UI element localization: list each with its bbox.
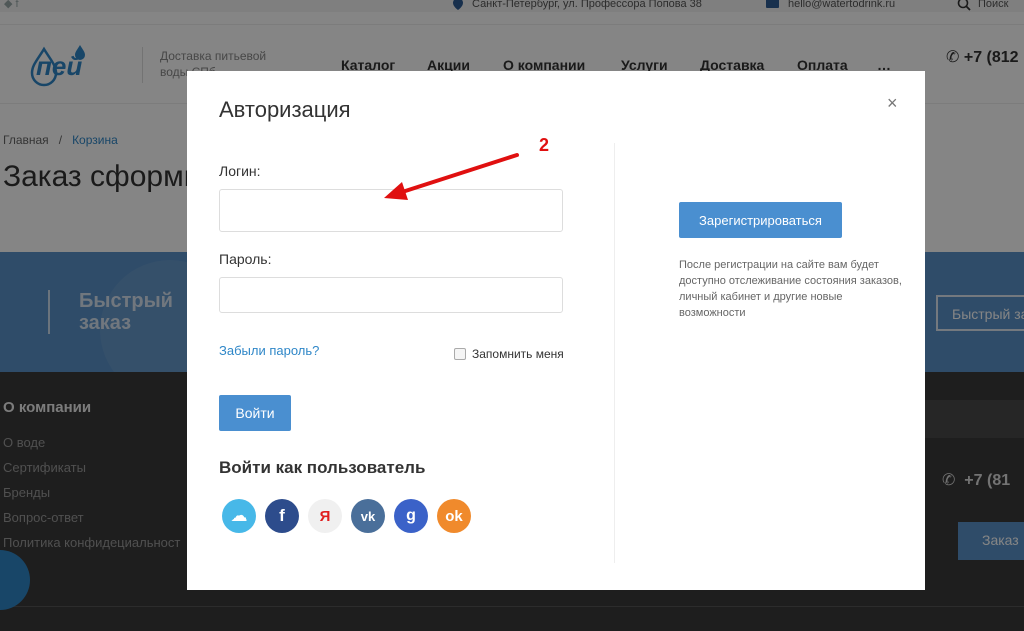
social-login-title: Войти как пользователь	[219, 458, 426, 477]
vk-icon[interactable]: vk	[351, 499, 385, 533]
social-login-icons: ☁ f Я vk g ok	[222, 499, 471, 533]
yandex-icon[interactable]: Я	[308, 499, 342, 533]
google-icon[interactable]: g	[394, 499, 428, 533]
odnoklassniki-icon[interactable]: ok	[437, 499, 471, 533]
login-input[interactable]	[219, 189, 563, 232]
login-label: Логин:	[219, 163, 261, 179]
register-button[interactable]: Зарегистрироваться	[679, 202, 842, 238]
modal-title: Авторизация	[219, 97, 351, 122]
auth-modal: Авторизация × Логин: Пароль: Забыли паро…	[187, 71, 925, 590]
register-note: После регистрации на сайте вам будет дос…	[679, 259, 902, 319]
modal-divider	[614, 143, 615, 563]
cloud-icon[interactable]: ☁	[222, 499, 256, 533]
remember-me-label: Запомнить меня	[472, 347, 564, 361]
password-input[interactable]	[219, 277, 563, 313]
annotation-number: 2	[539, 135, 550, 155]
close-icon[interactable]: ×	[887, 93, 898, 114]
remember-me[interactable]: Запомнить меня	[454, 347, 564, 361]
remember-me-checkbox[interactable]	[454, 348, 466, 360]
facebook-icon[interactable]: f	[265, 499, 299, 533]
forgot-password-link[interactable]: Забыли пароль?	[219, 343, 319, 358]
password-label: Пароль:	[219, 251, 272, 267]
login-button[interactable]: Войти	[219, 395, 291, 431]
